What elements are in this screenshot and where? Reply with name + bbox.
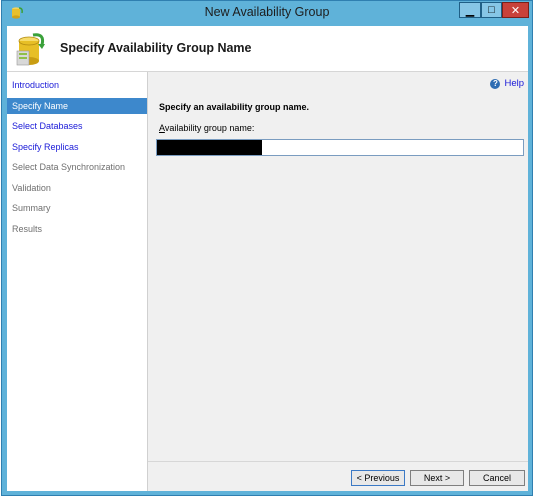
help-icon: ? bbox=[490, 78, 501, 89]
nav-item-specify-replicas[interactable]: Specify Replicas bbox=[7, 139, 147, 155]
title-bar[interactable]: New Availability Group ▁ □ ✕ bbox=[2, 1, 532, 25]
nav-item-results: Results bbox=[12, 224, 43, 234]
close-button[interactable]: ✕ bbox=[502, 2, 529, 18]
wizard-header: Specify Availability Group Name bbox=[7, 26, 528, 72]
nav-item-summary: Summary bbox=[12, 203, 51, 213]
minimize-button[interactable]: ▁ bbox=[459, 2, 481, 18]
availability-group-name-input[interactable] bbox=[156, 139, 524, 156]
page-title: Specify Availability Group Name bbox=[60, 41, 252, 55]
nav-item-specify-name[interactable]: Specify Name bbox=[7, 98, 147, 114]
close-icon: ✕ bbox=[510, 4, 521, 17]
nav-item-validation: Validation bbox=[12, 183, 51, 193]
footer-divider bbox=[148, 461, 528, 462]
wizard-nav: Introduction Specify Name Select Databas… bbox=[7, 72, 148, 491]
nav-item-select-data-synchronization: Select Data Synchronization bbox=[12, 162, 126, 172]
window-title: New Availability Group bbox=[204, 5, 330, 19]
wizard-window: New Availability Group ▁ □ ✕ Specify Ava… bbox=[1, 0, 533, 496]
label-text: vailability group name: bbox=[164, 123, 255, 133]
instruction-text: Specify an availability group name. bbox=[159, 102, 310, 112]
wizard-content: ? Help Specify an availability group nam… bbox=[148, 72, 528, 491]
wizard-client-area: Specify Availability Group Name Introduc… bbox=[7, 26, 528, 491]
maximize-icon: □ bbox=[488, 4, 495, 16]
redacted-value bbox=[157, 140, 262, 155]
minimize-icon: ▁ bbox=[465, 4, 475, 17]
availability-group-name-label: Availability group name: bbox=[159, 123, 254, 133]
next-button[interactable]: Next > bbox=[410, 470, 464, 486]
help-label: Help bbox=[504, 78, 524, 89]
previous-button[interactable]: < Previous bbox=[351, 470, 405, 486]
nav-item-select-databases[interactable]: Select Databases bbox=[7, 118, 147, 134]
cancel-button[interactable]: Cancel bbox=[469, 470, 525, 486]
database-sync-icon bbox=[16, 33, 45, 66]
maximize-button[interactable]: □ bbox=[481, 2, 502, 18]
help-link[interactable]: ? Help bbox=[490, 78, 524, 89]
nav-item-introduction[interactable]: Introduction bbox=[7, 77, 147, 93]
